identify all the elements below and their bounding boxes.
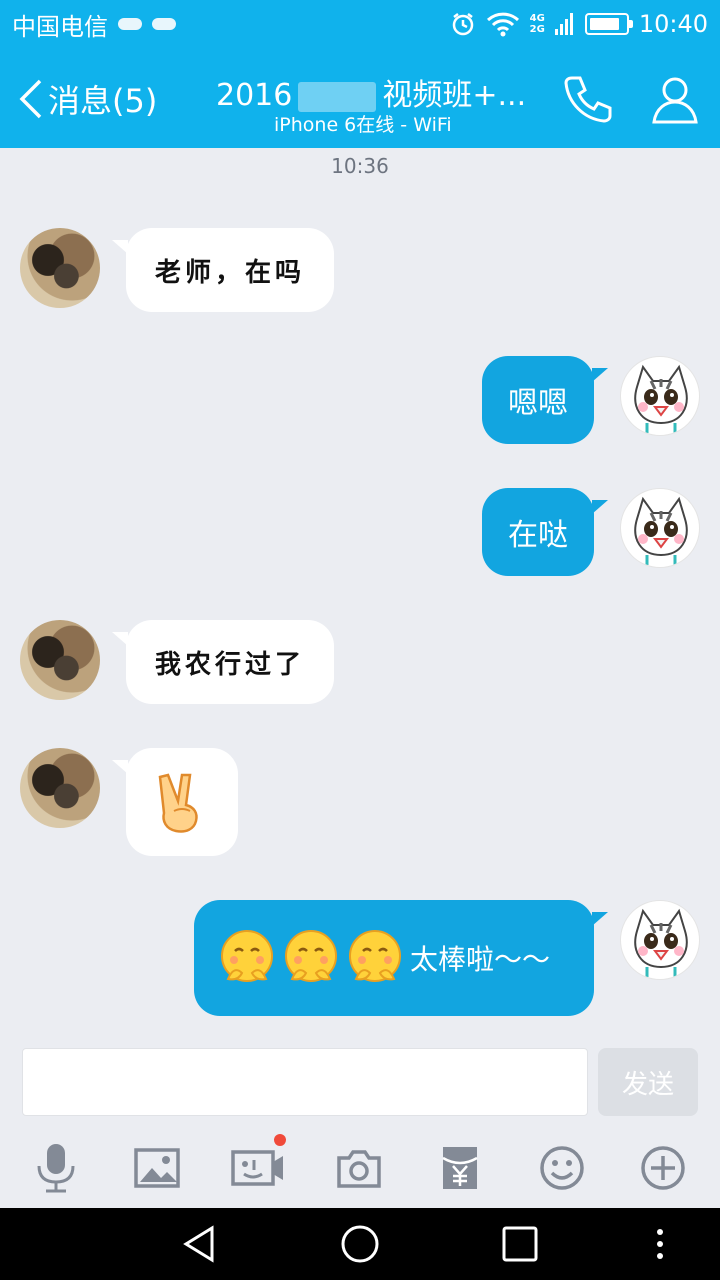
plus-icon[interactable] <box>635 1140 691 1196</box>
carrier-area: 中国电信 <box>12 7 450 42</box>
message-bubble-incoming[interactable]: 老师，在吗 <box>126 228 334 312</box>
back-button[interactable]: 消息(5) <box>18 76 157 122</box>
message-bubble-outgoing[interactable]: 在哒 <box>482 488 594 576</box>
microphone-icon[interactable] <box>28 1140 84 1196</box>
nav-back-icon[interactable] <box>180 1224 220 1264</box>
status-bar: 中国电信 4G 2G 10:40 <box>0 0 720 48</box>
nav-menu-icon[interactable] <box>640 1224 680 1264</box>
cat-avatar-icon <box>634 496 688 565</box>
bubble-tail <box>592 500 608 514</box>
camera-icon[interactable] <box>331 1140 387 1196</box>
carrier-name: 中国电信 <box>12 12 108 41</box>
video-icon[interactable] <box>230 1134 286 1196</box>
phone-icon[interactable] <box>560 72 614 126</box>
cat-avatar-icon <box>634 908 688 977</box>
red-packet-icon[interactable] <box>432 1140 488 1196</box>
smiling-face-icon <box>349 930 401 982</box>
my-avatar[interactable] <box>620 900 700 980</box>
bubble-tail <box>592 912 608 926</box>
online-status: iPhone 6在线 - WiFi <box>274 114 452 136</box>
notification-dot <box>274 1134 286 1146</box>
message-text: 太棒啦～～ <box>410 943 551 976</box>
contact-avatar[interactable] <box>20 620 100 700</box>
alarm-icon <box>452 13 473 36</box>
contact-avatar[interactable] <box>20 748 100 828</box>
message-timestamp: 10:36 <box>331 154 389 178</box>
cat-avatar-icon <box>634 364 688 433</box>
send-button[interactable]: 发送 <box>598 1048 698 1116</box>
signal-icon <box>554 13 573 35</box>
chevron-left-icon <box>19 79 42 119</box>
message-bubble-outgoing[interactable]: 嗯嗯 <box>482 356 594 444</box>
bubble-tail <box>592 368 608 382</box>
message-input[interactable] <box>22 1048 588 1116</box>
nav-recents-icon[interactable] <box>500 1224 540 1264</box>
chat-title[interactable]: 2016 视频班+... <box>216 70 526 114</box>
chat-header: 消息(5) 2016 视频班+... iPhone 6在线 - WiFi <box>0 48 720 148</box>
battery-icon <box>584 13 633 35</box>
my-avatar[interactable] <box>620 488 700 568</box>
nav-home-icon[interactable] <box>340 1224 380 1264</box>
emoji-icon[interactable] <box>534 1140 590 1196</box>
notification-icon <box>118 18 142 30</box>
redacted-text <box>298 81 377 112</box>
image-icon[interactable] <box>129 1140 185 1196</box>
notification-icon <box>152 18 176 30</box>
smiling-face-icon <box>221 930 273 982</box>
status-time: 10:40 <box>638 10 708 38</box>
message-bubble-incoming[interactable]: 我农行过了 <box>126 620 334 704</box>
wifi-icon <box>486 12 519 37</box>
network-type: 4G 2G <box>529 13 545 35</box>
victory-hand-icon <box>158 773 198 833</box>
message-bubble-outgoing[interactable]: 太棒啦～～ <box>194 900 594 1016</box>
contact-avatar[interactable] <box>20 228 100 308</box>
battery-level <box>589 18 619 30</box>
my-avatar[interactable] <box>620 356 700 436</box>
smiling-face-icon <box>285 930 337 982</box>
profile-icon[interactable] <box>648 72 702 126</box>
system-nav-bar <box>0 1208 720 1280</box>
back-label: 消息(5) <box>48 82 158 120</box>
message-bubble-incoming[interactable] <box>126 748 238 856</box>
